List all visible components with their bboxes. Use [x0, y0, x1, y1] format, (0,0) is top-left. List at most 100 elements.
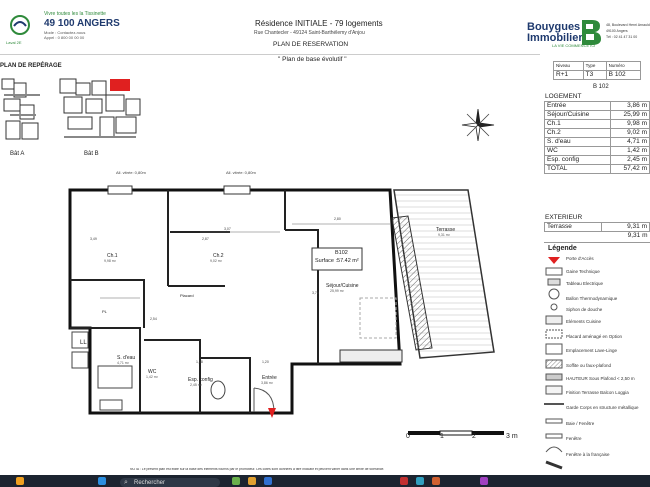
- search-placeholder: Rechercher: [134, 480, 166, 486]
- residence-title: Résidence INITIALE - 79 logements: [255, 19, 383, 28]
- room-area: 9,98 m: [609, 119, 650, 129]
- legend-divider: [544, 242, 650, 243]
- search-icon: ⌕: [124, 479, 128, 486]
- lot-header-table: Niveau Type Numéro R+1 T3 B 102: [553, 61, 642, 80]
- plan-title: PLAN DE RESERVATION: [273, 41, 349, 48]
- room-area: 25,99 m: [609, 110, 650, 120]
- app-icon-7[interactable]: [480, 477, 488, 485]
- ll-label: LL: [80, 340, 87, 346]
- legend-item: Emplacement Lave-Linge: [566, 348, 618, 353]
- water-heater-icon: [548, 288, 560, 300]
- ext-label: [545, 232, 602, 241]
- scale-bar: [408, 430, 504, 436]
- floor-plan: [68, 185, 495, 418]
- ceiling-height-icon: [545, 373, 563, 381]
- logement-title: LOGEMENT: [545, 93, 582, 100]
- room-label: S. d'eau: [544, 137, 611, 147]
- val-numero: B 102: [605, 70, 642, 80]
- app-icon-4[interactable]: [400, 477, 408, 485]
- room-label: Esp. config: [544, 155, 611, 165]
- table-row: WC 1,42 m: [544, 146, 650, 156]
- terrace-finish-icon: [545, 385, 563, 395]
- exterieur-title: EXTERIEUR: [545, 214, 583, 221]
- electric-panel-icon: [547, 278, 561, 286]
- left-sub-2: Appel : 0 800 00 00 00: [44, 35, 85, 40]
- room-area: 2,45 m: [609, 155, 650, 165]
- kitchen-icon: [545, 315, 563, 325]
- dim-8: 2,54: [150, 317, 157, 321]
- legend-title: Légende: [548, 245, 577, 252]
- room-label: Ch.1: [544, 119, 611, 129]
- weather-icon[interactable]: [16, 477, 24, 485]
- room-label: Ch.2: [544, 128, 611, 138]
- room-entree-area: 3,86 m²: [261, 381, 273, 385]
- table-row: Entrée 3,86 m: [544, 101, 650, 111]
- ext-label: Terrasse: [543, 222, 603, 232]
- col-numero: Numéro: [605, 61, 642, 71]
- legend-symbols: [544, 257, 564, 470]
- table-row: Ch.1 9,98 m: [544, 119, 650, 129]
- col-type: Type: [582, 61, 607, 71]
- legend-item: Gaine Technique: [566, 269, 600, 274]
- total-area: 57,42 m: [609, 164, 650, 174]
- legend-item: Tableau Electrique: [566, 281, 604, 286]
- brand-address-1: 48, Boulevard Henri Arnauld: [606, 23, 650, 27]
- room-label: Entrée: [544, 101, 611, 111]
- room-area: 9,02 m: [609, 128, 650, 138]
- legend-item: Finition Terrasse Balcon Loggia: [566, 390, 629, 395]
- room-ch1-area: 9,98 m²: [104, 259, 116, 263]
- lot-box-number: B102: [335, 250, 348, 256]
- col-niveau: Niveau: [553, 61, 584, 71]
- app-icon-1[interactable]: [232, 477, 240, 485]
- ext-area: 9,31 m: [601, 222, 650, 232]
- app-icon-2[interactable]: [248, 477, 256, 485]
- app-icon-5[interactable]: [416, 477, 424, 485]
- legend-item: Fenêtre à la française: [566, 452, 610, 457]
- bat-b-label: Bât B: [84, 151, 99, 157]
- val-type: T3: [582, 70, 607, 80]
- legend-item: HAUTEUR Sous Plafond < 2,50 m: [566, 376, 635, 381]
- scale-one: 1: [440, 433, 444, 440]
- room-ch2-area: 9,02 m²: [210, 259, 222, 263]
- washer-icon: [545, 343, 563, 355]
- start-menu-icon[interactable]: [98, 477, 106, 485]
- scale-zero: 0: [406, 433, 410, 440]
- dim-7: 3,49: [90, 237, 97, 241]
- soffit-icon: [545, 359, 563, 369]
- room-terrasse-area: 9,31 m²: [438, 233, 450, 237]
- table-row: S. d'eau 4,71 m: [544, 137, 650, 147]
- laval-logo-icon: [10, 15, 30, 35]
- door-access-icon: [548, 257, 560, 264]
- lot-box-surface: Surface :57.42 m²: [315, 258, 359, 264]
- bay-window-icon: [545, 418, 563, 424]
- scale-two: 2: [472, 433, 476, 440]
- header-divider: [0, 54, 540, 55]
- lot-id: B 102: [593, 84, 609, 90]
- ext-total: 9,31 m: [627, 232, 648, 239]
- room-esp-config-area: 2,45 m²: [190, 383, 202, 387]
- shower-drain-icon: [550, 303, 558, 311]
- closet-icon: [545, 329, 563, 339]
- app-icon-6[interactable]: [432, 477, 440, 485]
- dim-3: 2,87: [202, 237, 209, 241]
- residence-address: Rue Chantecler - 49124 Saint-Barthélemy …: [254, 30, 365, 36]
- compass-north-icon: [461, 108, 495, 142]
- room-sdeau-area: 4,71 m²: [117, 361, 129, 365]
- scale-unit: 3 m: [506, 433, 518, 440]
- header-left-logo: [6, 14, 34, 40]
- room-area: 3,86 m: [609, 101, 650, 111]
- app-icon-3[interactable]: [264, 477, 272, 485]
- legend-item: Fenêtre: [566, 436, 582, 441]
- exterieur-table: Terrasse 9,31 m 9,31 m: [543, 222, 650, 241]
- dim-6: 1,20: [262, 360, 269, 364]
- plan-subtitle: " Plan de base évolutif ": [278, 56, 347, 63]
- total-label: TOTAL: [544, 164, 611, 174]
- table-row: Séjour/Cuisine 25,99 m: [544, 110, 650, 120]
- brand-address-2: 49100 Angers: [606, 29, 628, 33]
- brand-logo-icon: [580, 18, 602, 46]
- dim-4: 3,70: [312, 291, 319, 295]
- legend-item: Ballon Thermodynamique: [566, 296, 618, 301]
- room-placard-label: Placard: [180, 293, 194, 298]
- room-area: 1,42 m: [609, 146, 650, 156]
- reperage-bat-b-plan: [59, 78, 141, 138]
